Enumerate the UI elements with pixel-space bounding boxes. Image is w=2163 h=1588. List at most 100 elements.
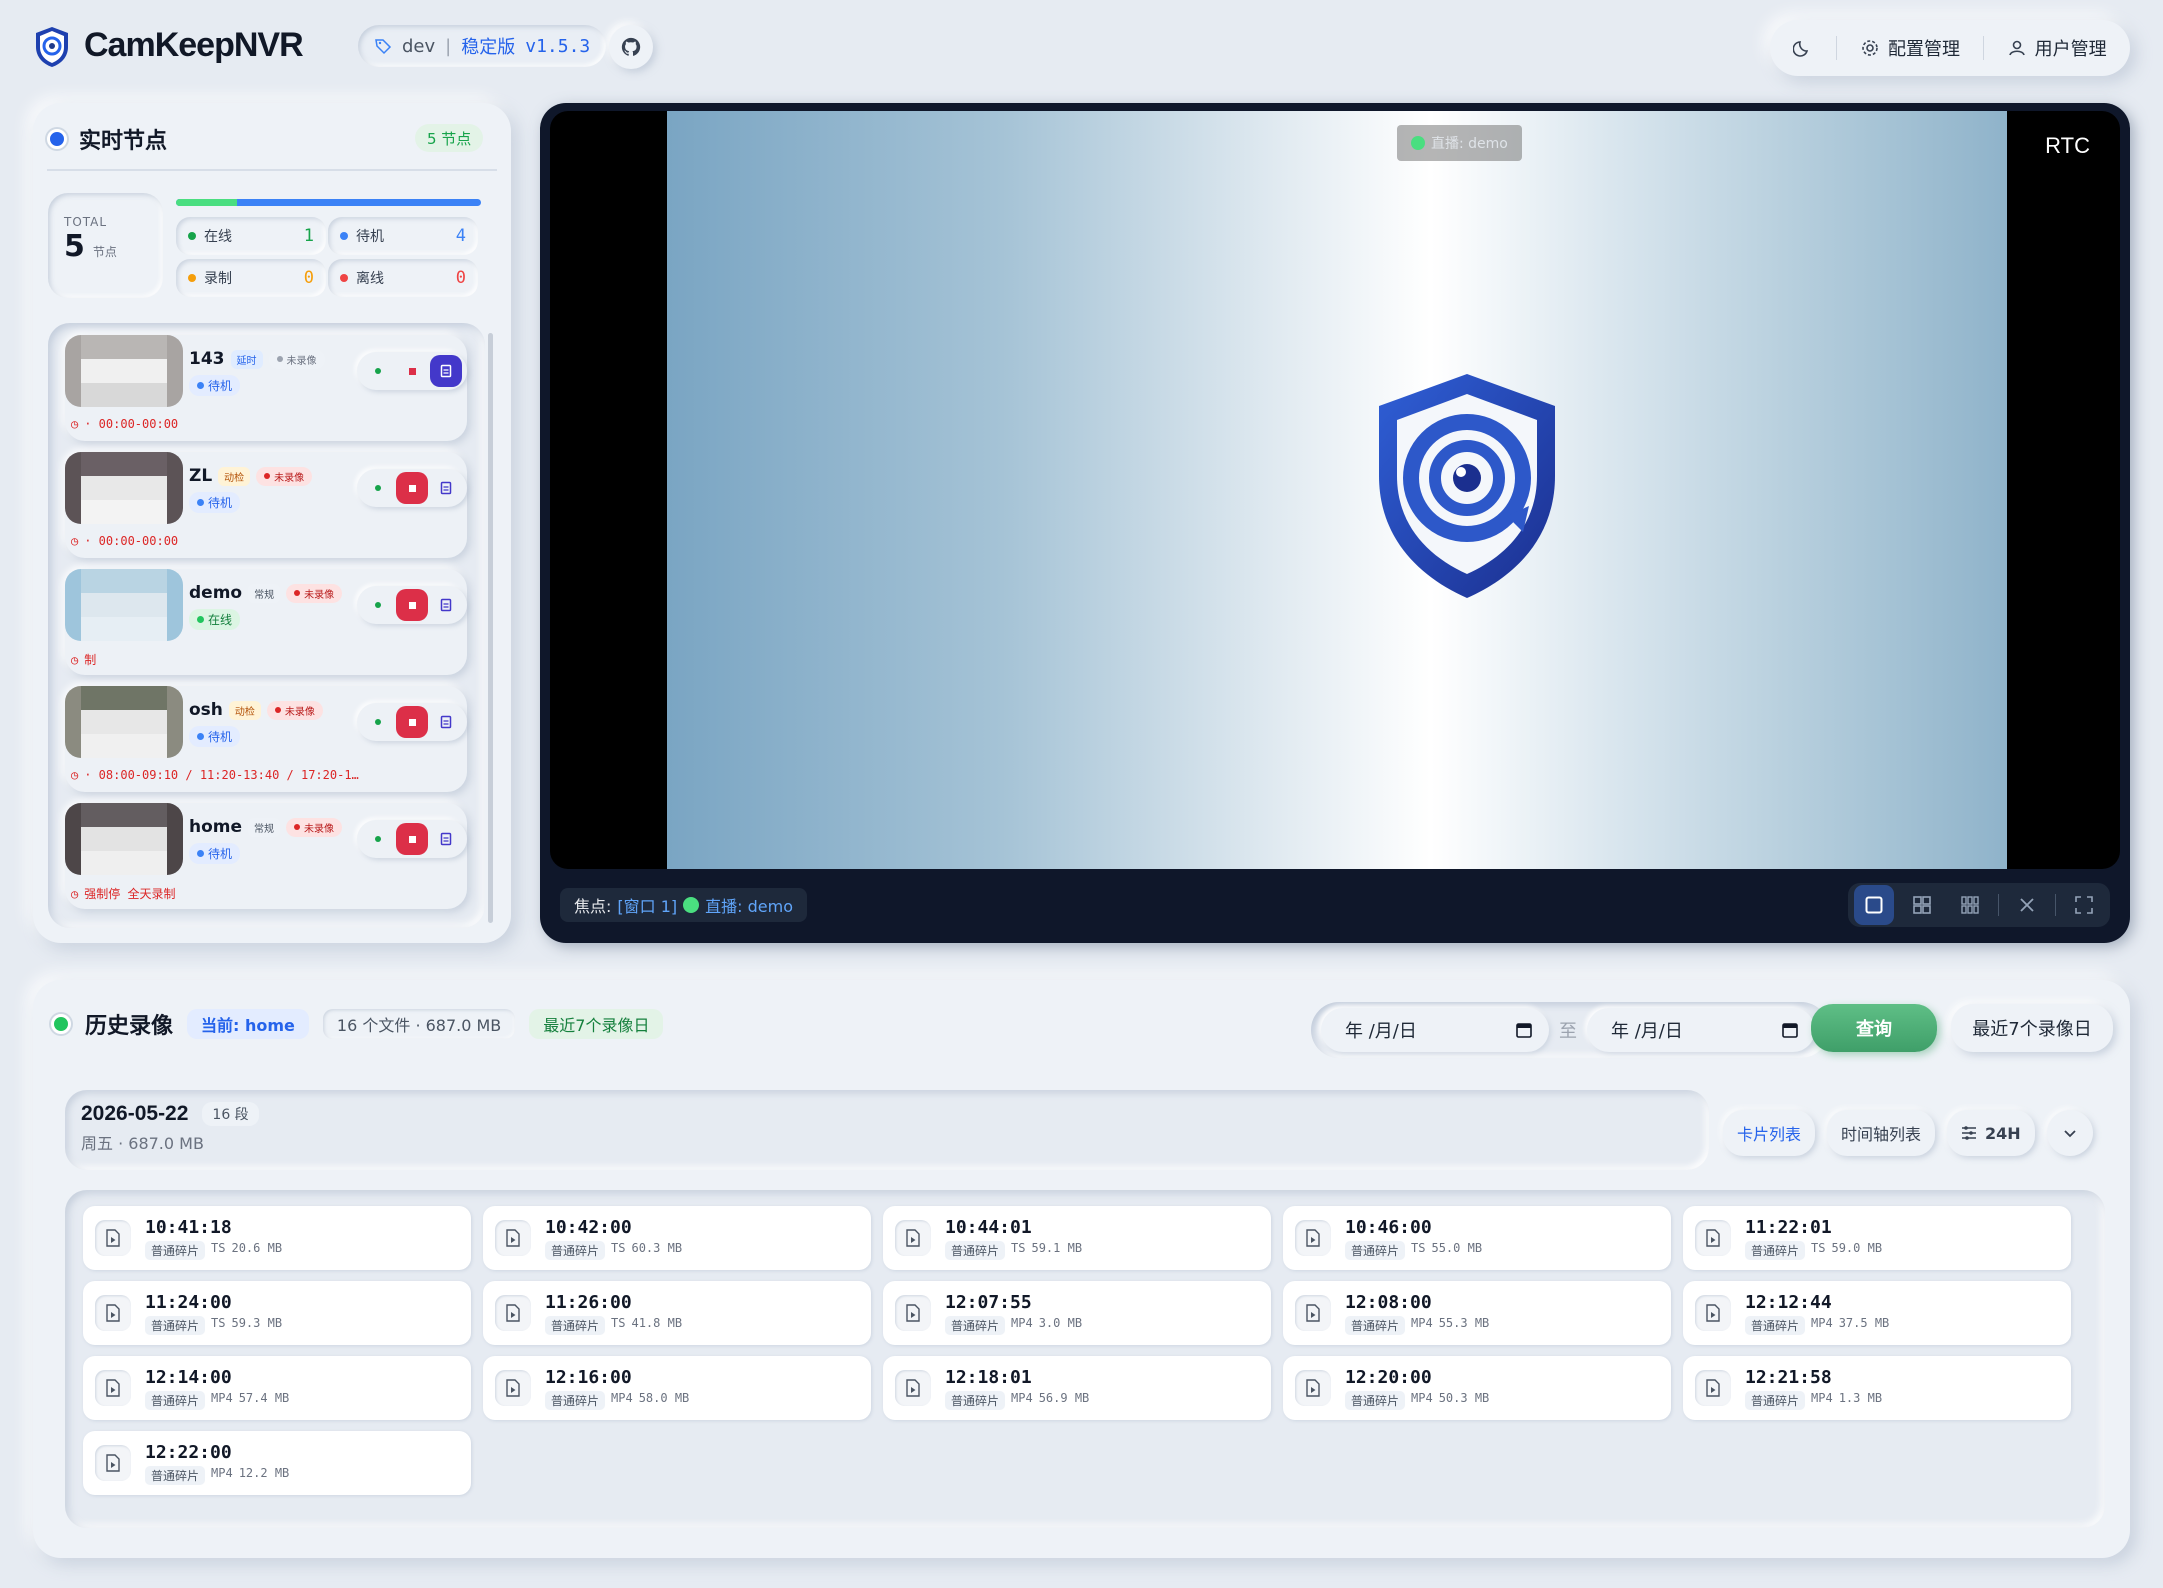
stop-record-button[interactable] [396, 355, 428, 387]
recording-kind: 普通碎片 [145, 1240, 206, 1260]
file-play-icon [506, 1229, 520, 1247]
recording-time: 12:14:00 [145, 1366, 232, 1388]
github-button[interactable] [609, 25, 653, 69]
file-icon [95, 1295, 131, 1331]
recording-card[interactable]: 12:22:00 普通碎片 MP4 12.2 MB [83, 1431, 471, 1495]
recording-card[interactable]: 12:20:00 普通碎片 MP4 50.3 MB [1283, 1356, 1671, 1420]
date-to-input[interactable]: 年 /月/日 [1587, 1008, 1815, 1052]
node-card[interactable]: 143 延时 未录像 待机 ◷ · 00:00-00:00 [65, 335, 467, 441]
close-stream-button[interactable] [2007, 885, 2047, 925]
video-stream[interactable]: 直播: demo [667, 111, 2007, 869]
recording-card[interactable]: 12:18:01 普通碎片 MP4 56.9 MB [883, 1356, 1271, 1420]
recording-time: 12:16:00 [545, 1366, 632, 1388]
start-record-button[interactable] [362, 355, 394, 387]
node-thumbnail [65, 803, 183, 875]
file-play-icon [506, 1379, 520, 1397]
node-thumbnail [65, 569, 183, 641]
mode-tag: 常规 [248, 583, 281, 603]
segment-count: 16 段 [202, 1102, 259, 1126]
recording-card[interactable]: 11:22:01 普通碎片 TS 59.0 MB [1683, 1206, 2071, 1270]
node-title: demo 常规 未录像 [189, 583, 343, 603]
day-header[interactable]: 2026-05-22 16 段 周五 · 687.0 MB [65, 1090, 1709, 1170]
clock-icon: ◷ [71, 768, 79, 782]
date-from-input[interactable]: 年 /月/日 [1321, 1008, 1549, 1052]
fullscreen-button[interactable] [2064, 885, 2104, 925]
record-badge-label: 未录像 [304, 823, 335, 835]
node-schedule-label: · 08:00-09:10 / 11:20-13:40 / 17:20-1… [84, 768, 359, 782]
stop-icon [408, 835, 416, 843]
history-title: 历史录像 [85, 1014, 174, 1039]
node-card[interactable]: demo 常规 未录像 在线 ◷ 制 [65, 569, 467, 675]
stop-record-button[interactable] [396, 706, 428, 738]
layout-9-button[interactable] [1950, 885, 1990, 925]
standby-button[interactable] [430, 706, 462, 738]
config-button[interactable]: 配置管理 [1860, 35, 1960, 61]
standby-button[interactable] [430, 823, 462, 855]
recording-card[interactable]: 10:42:00 普通碎片 TS 60.3 MB [483, 1206, 871, 1270]
24h-button[interactable]: 24H [1947, 1110, 2035, 1156]
recording-card[interactable]: 12:07:55 普通碎片 MP4 3.0 MB [883, 1281, 1271, 1345]
node-card[interactable]: ZL 动检 未录像 待机 ◷ · 00:00-00:00 [65, 452, 467, 558]
thumbnail-image [81, 335, 167, 407]
start-record-button[interactable] [362, 706, 394, 738]
close-icon [2020, 898, 2034, 912]
layout-1-button[interactable] [1854, 885, 1894, 925]
mode-tag: 延时 [230, 349, 263, 369]
users-label: 用户管理 [2034, 39, 2107, 60]
standby-button[interactable] [430, 589, 462, 621]
file-play-icon [1706, 1379, 1720, 1397]
recording-card[interactable]: 12:12:44 普通碎片 MP4 37.5 MB [1683, 1281, 2071, 1345]
start-record-button[interactable] [362, 823, 394, 855]
file-icon [495, 1370, 531, 1406]
theme-toggle-button[interactable] [1793, 38, 1813, 58]
node-list-scrollbar[interactable] [488, 333, 493, 923]
layout-4-button[interactable] [1902, 885, 1942, 925]
node-card[interactable]: osh 动检 未录像 待机 ◷ · 08:00-09:10 / 11:20-13:40 /… [65, 686, 467, 792]
recording-format: MP4 [1811, 1390, 1833, 1405]
recording-card[interactable]: 10:41:18 普通碎片 TS 20.6 MB [83, 1206, 471, 1270]
record-dot-icon [294, 590, 301, 596]
grid-2x2-icon [1913, 896, 1931, 914]
card-view-button[interactable]: 卡片列表 [1723, 1110, 1816, 1156]
node-controls [357, 820, 467, 858]
stop-record-button[interactable] [396, 472, 428, 504]
recording-time: 12:20:00 [1345, 1366, 1432, 1388]
recording-info: 12:22:00 普通碎片 MP4 12.2 MB [145, 1442, 289, 1485]
node-thumbnail [65, 686, 183, 758]
start-record-button[interactable] [362, 589, 394, 621]
collapse-button[interactable] [2046, 1110, 2093, 1156]
recording-time: 12:08:00 [1345, 1291, 1432, 1313]
node-card[interactable]: home 常规 未录像 待机 ◷ 强制停 全天录制 [65, 803, 467, 909]
recording-format: MP4 [211, 1390, 233, 1405]
recording-size: 20.6 MB [231, 1240, 283, 1255]
recording-card[interactable]: 11:24:00 普通碎片 TS 59.3 MB [83, 1281, 471, 1345]
recording-card[interactable]: 11:26:00 普通碎片 TS 41.8 MB [483, 1281, 871, 1345]
node-controls [357, 703, 467, 741]
recording-size: 59.3 MB [231, 1315, 283, 1330]
timeline-view-button[interactable]: 时间轴列表 [1827, 1110, 1936, 1156]
node-status-label: 待机 [208, 730, 233, 744]
node-controls [357, 469, 467, 507]
query-button[interactable]: 查询 [1811, 1004, 1937, 1052]
recording-size: 55.3 MB [1438, 1315, 1490, 1330]
version-pill[interactable]: dev | 稳定版 v1.5.3 [358, 25, 607, 67]
total-value: 5 [64, 229, 85, 264]
recording-format: TS [1811, 1240, 1826, 1255]
recording-card[interactable]: 10:44:01 普通碎片 TS 59.1 MB [883, 1206, 1271, 1270]
stop-record-button[interactable] [396, 589, 428, 621]
recording-card[interactable]: 10:46:00 普通碎片 TS 55.0 MB [1283, 1206, 1671, 1270]
start-record-button[interactable] [362, 472, 394, 504]
recording-card[interactable]: 12:14:00 普通碎片 MP4 57.4 MB [83, 1356, 471, 1420]
recording-card[interactable]: 12:21:58 普通碎片 MP4 1.3 MB [1683, 1356, 2071, 1420]
recording-card[interactable]: 12:08:00 普通碎片 MP4 55.3 MB [1283, 1281, 1671, 1345]
clock-icon: ◷ [71, 534, 79, 548]
standby-button[interactable] [430, 472, 462, 504]
status-dot-icon [188, 274, 196, 282]
users-button[interactable]: 用户管理 [2007, 35, 2107, 61]
standby-button[interactable] [430, 355, 462, 387]
recording-card[interactable]: 12:16:00 普通碎片 MP4 58.0 MB [483, 1356, 871, 1420]
recent-days-button[interactable]: 最近7个录像日 [1951, 1004, 2113, 1052]
video-frame[interactable]: 直播: demo RTC [550, 111, 2120, 869]
divider [1982, 36, 1984, 60]
stop-record-button[interactable] [396, 823, 428, 855]
